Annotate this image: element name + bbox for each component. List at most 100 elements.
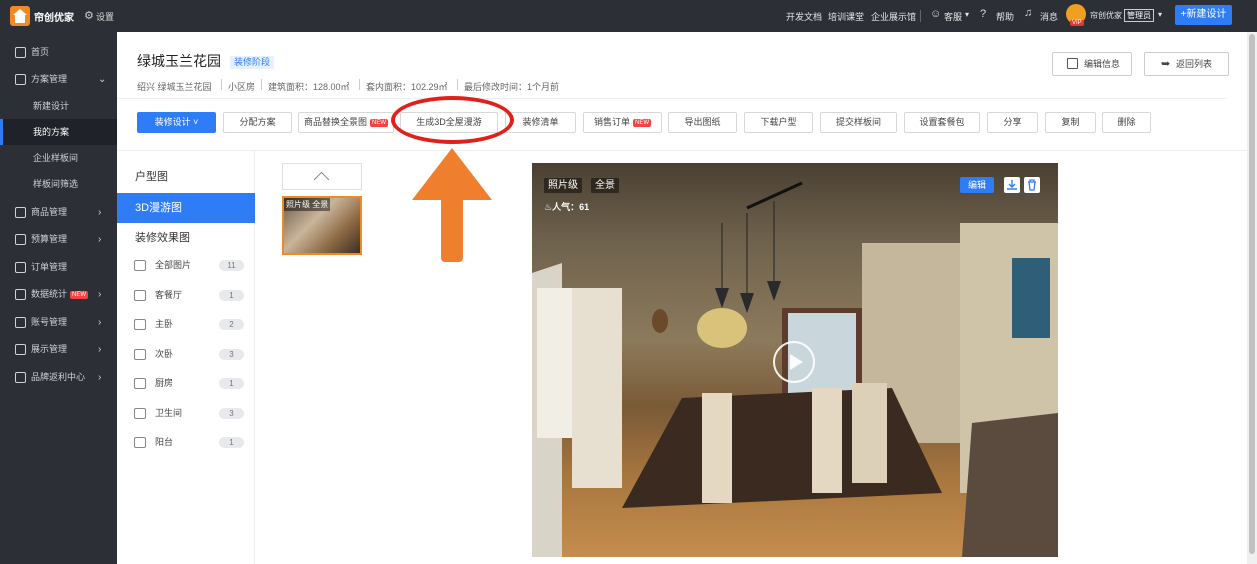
user-menu-chevron-icon[interactable]: ▾ xyxy=(1158,10,1162,19)
panorama-thumbnail[interactable]: 照片级 全景 xyxy=(282,196,362,255)
sidebar-item-products[interactable]: 商品管理 › xyxy=(0,199,117,226)
training-link[interactable]: 培训课堂 xyxy=(828,10,864,23)
sidebar-item-statistics[interactable]: 数据统计 NEW › xyxy=(0,281,117,308)
submit-showroom-button[interactable]: 提交样板间 xyxy=(820,112,897,133)
sidebar-item-brand-rebate[interactable]: 品牌返利中心 › xyxy=(0,364,117,391)
category-count: 3 xyxy=(219,349,244,360)
download-floorplan-button[interactable]: 下载户型 xyxy=(744,112,813,133)
main-content: 绿城玉兰花园 装修阶段 绍兴 绿城玉兰花园 小区房 建筑面积：128.00㎡ 套… xyxy=(117,32,1257,564)
sidebar-item-display[interactable]: 展示管理 › xyxy=(0,336,117,363)
sidebar-subitem-my-schemes[interactable]: 我的方案 xyxy=(0,119,117,145)
enterprise-hall-link[interactable]: 企业展示馆 xyxy=(871,10,916,23)
message-link[interactable]: 消息 xyxy=(1040,10,1058,23)
meta-location: 绍兴 绿城玉兰花园 xyxy=(137,82,212,92)
meta-inner-area: 套内面积：102.29㎡ xyxy=(366,82,448,92)
play-icon[interactable] xyxy=(773,341,815,383)
sidebar-item-label: 订单管理 xyxy=(31,262,68,272)
user-name[interactable]: 帘创优家 xyxy=(1090,10,1122,21)
sidebar-subitem-enterprise-showroom[interactable]: 企业样板间 xyxy=(0,145,117,171)
tab-renderings[interactable]: 装修效果图 xyxy=(117,223,255,253)
help-icon[interactable]: ? xyxy=(980,8,986,20)
sidebar-item-home[interactable]: 首页 xyxy=(0,39,117,66)
arrow-shaft-annotation xyxy=(441,198,463,262)
back-to-list-button[interactable]: ➥ 返回列表 xyxy=(1144,52,1229,76)
download-icon[interactable] xyxy=(1004,177,1020,193)
decoration-list-button[interactable]: 装修清单 xyxy=(505,112,576,133)
bell-icon[interactable]: ♫ xyxy=(1024,7,1032,19)
sidebar-subitem-showroom-filter[interactable]: 样板间筛选 xyxy=(0,171,117,197)
panorama-tag: 全景 xyxy=(591,178,619,193)
sidebar-item-label: 数据统计 xyxy=(31,289,68,299)
stove-icon xyxy=(134,378,146,389)
tab-label: 户型图 xyxy=(135,171,168,183)
share-button[interactable]: 分享 xyxy=(987,112,1038,133)
sidebar-item-label: 展示管理 xyxy=(31,344,68,354)
sidebar-item-orders[interactable]: 订单管理 xyxy=(0,254,117,281)
tab-label: 3D漫游图 xyxy=(135,202,183,214)
category-master-bedroom[interactable]: 主卧 2 xyxy=(117,310,255,339)
thumbnail-scroll-up-button[interactable] xyxy=(282,163,362,190)
set-package-button[interactable]: 设置套餐包 xyxy=(904,112,980,133)
category-bathroom[interactable]: 卫生间 3 xyxy=(117,399,255,428)
new-badge: NEW xyxy=(370,118,388,127)
service-icon[interactable]: ☺ xyxy=(930,8,941,20)
arrow-up-icon xyxy=(412,148,492,200)
decoration-design-button[interactable]: 装修设计 ˅ xyxy=(137,112,216,133)
sidebar-item-budget[interactable]: 预算管理 › xyxy=(0,226,117,253)
page-scrollbar[interactable] xyxy=(1247,32,1257,564)
logo-icon[interactable] xyxy=(10,6,30,26)
sidebar-subitem-new-design[interactable]: 新建设计 xyxy=(0,93,117,119)
meta-house-type: 小区房 xyxy=(228,82,256,92)
category-label: 主卧 xyxy=(155,319,174,329)
settings-link[interactable]: 设置 xyxy=(96,10,114,23)
chevron-down-icon[interactable]: ▾ xyxy=(965,10,969,19)
panorama-viewer[interactable]: 照片级 全景 ♨人气：61 编辑 xyxy=(532,163,1058,557)
help-link[interactable]: 帮助 xyxy=(996,10,1014,23)
vip-badge: VIP xyxy=(1070,20,1084,26)
new-design-button[interactable]: +新建设计 xyxy=(1175,5,1232,25)
service-link[interactable]: 客服 xyxy=(944,10,962,23)
category-balcony[interactable]: 阳台 1 xyxy=(117,428,255,457)
balcony-icon xyxy=(134,437,146,448)
assign-scheme-button[interactable]: 分配方案 xyxy=(223,112,292,133)
stage-badge: 装修阶段 xyxy=(230,56,275,69)
category-all-images[interactable]: 全部图片 11 xyxy=(117,251,255,280)
category-count: 2 xyxy=(219,319,244,330)
copy-button[interactable]: 复制 xyxy=(1045,112,1096,133)
sofa-icon xyxy=(134,290,146,301)
toolbar-divider xyxy=(117,150,1257,151)
category-living-dining[interactable]: 客餐厅 1 xyxy=(117,281,255,310)
tab-3d-tour[interactable]: 3D漫游图 xyxy=(117,193,255,223)
back-arrow-icon: ➥ xyxy=(1161,58,1171,70)
brand-name[interactable]: 帘创优家 xyxy=(34,9,74,24)
replace-product-panorama-button[interactable]: 商品替换全景图 NEW xyxy=(298,112,394,133)
display-icon xyxy=(15,344,26,355)
gear-icon[interactable]: ⚙ xyxy=(84,9,94,22)
export-drawings-button[interactable]: 导出图纸 xyxy=(668,112,737,133)
dev-docs-link[interactable]: 开发文档 xyxy=(786,10,822,23)
category-label: 次卧 xyxy=(155,349,174,359)
sidebar-item-label: 样板间筛选 xyxy=(33,179,79,189)
delete-button[interactable]: 删除 xyxy=(1102,112,1151,133)
sidebar-item-scheme-management[interactable]: 方案管理 ⌄ xyxy=(0,66,117,93)
sidebar-item-accounts[interactable]: 账号管理 › xyxy=(0,309,117,336)
tab-floorplan[interactable]: 户型图 xyxy=(117,162,255,192)
scrollbar-thumb[interactable] xyxy=(1249,34,1255,554)
category-second-bedroom[interactable]: 次卧 3 xyxy=(117,340,255,369)
sales-order-button[interactable]: 销售订单 NEW xyxy=(583,112,662,133)
edit-info-button[interactable]: 编辑信息 xyxy=(1052,52,1132,76)
toolbar-button-label: 销售订单 xyxy=(593,117,630,127)
category-count: 11 xyxy=(219,260,244,271)
user-role-badge: 管理员 xyxy=(1124,9,1154,22)
sidebar-item-label: 我的方案 xyxy=(33,127,70,137)
chevron-down-icon: ⌄ xyxy=(98,74,107,85)
trash-icon[interactable] xyxy=(1024,177,1040,193)
edit-button[interactable]: 编辑 xyxy=(960,177,994,193)
meta-separator xyxy=(457,79,458,90)
chevron-right-icon: › xyxy=(98,234,102,245)
category-count: 1 xyxy=(219,437,244,448)
category-kitchen[interactable]: 厨房 1 xyxy=(117,369,255,398)
meta-separator xyxy=(221,79,222,90)
new-badge: NEW xyxy=(70,290,89,299)
top-bar: 帘创优家 ⚙ 设置 开发文档 培训课堂 企业展示馆 ☺ 客服 ▾ ? 帮助 ♫ … xyxy=(0,0,1257,32)
